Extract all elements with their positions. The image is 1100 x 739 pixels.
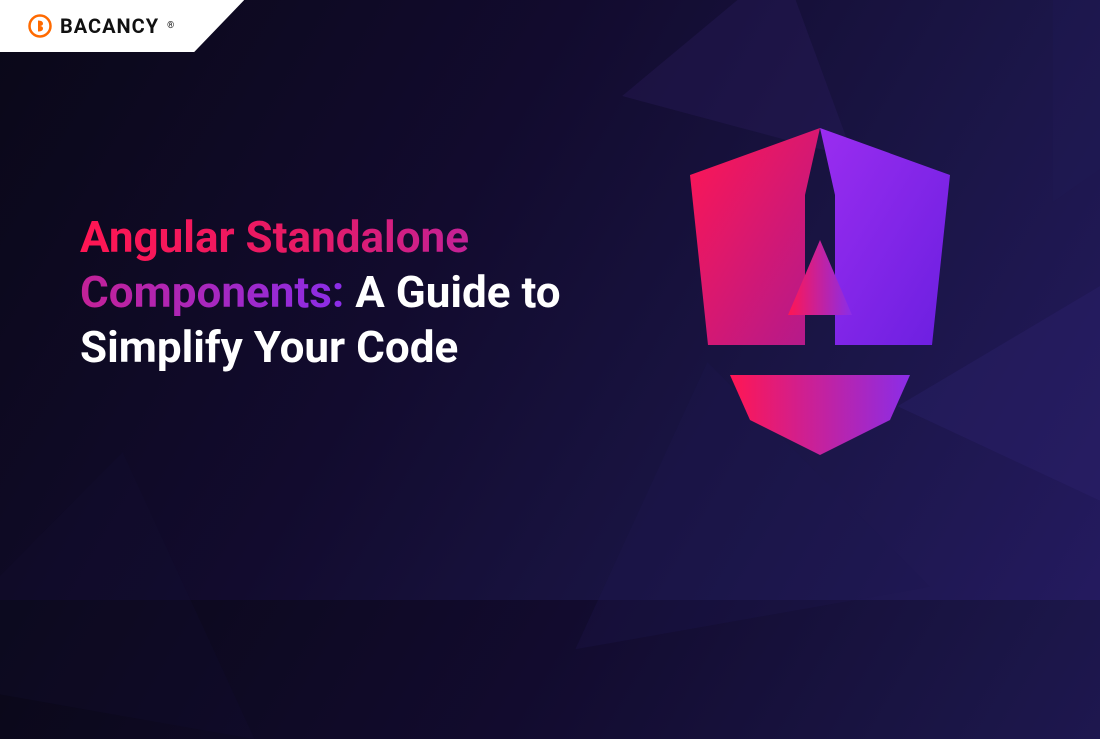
- brand-name: BACANCY: [60, 14, 159, 38]
- bacancy-logo-icon: [28, 14, 52, 38]
- angular-logo-icon: [660, 120, 980, 460]
- page-title: Angular Standalone Components: A Guide t…: [80, 210, 600, 375]
- brand-registered-mark: ®: [167, 21, 174, 31]
- brand-logo-tab: BACANCY ®: [0, 0, 244, 52]
- bg-triangle: [0, 421, 300, 739]
